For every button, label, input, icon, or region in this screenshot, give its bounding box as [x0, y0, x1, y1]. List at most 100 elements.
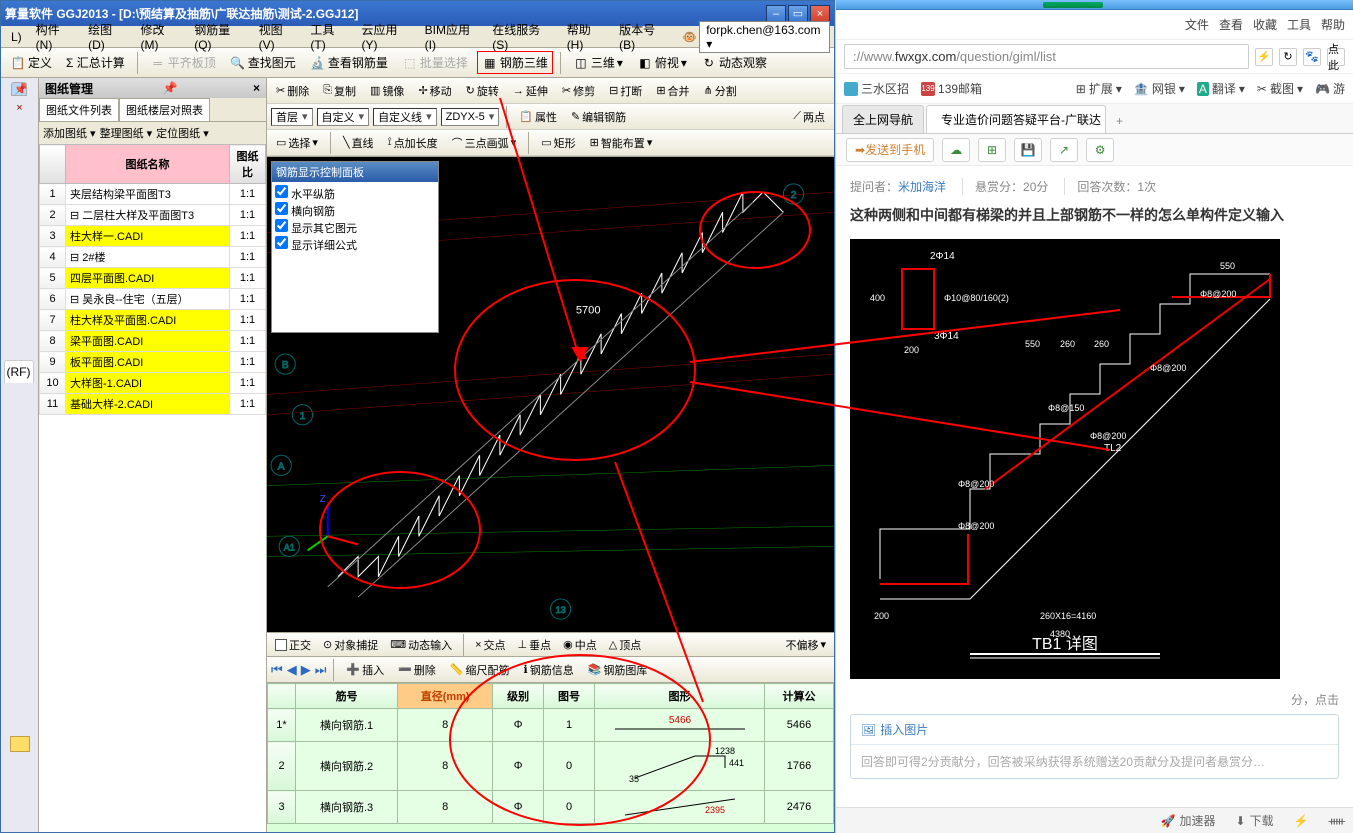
- line-tool-button[interactable]: ╲直线: [338, 132, 379, 154]
- left-pin-icon[interactable]: 📌: [11, 82, 27, 96]
- panel-close-icon[interactable]: ×: [253, 81, 260, 95]
- left-x[interactable]: ×: [16, 102, 22, 114]
- share-icon[interactable]: ⊞: [978, 138, 1006, 162]
- nav-last[interactable]: ⏭: [315, 662, 327, 678]
- dynamic-observe-button[interactable]: ↻动态观察: [696, 51, 772, 74]
- gear-icon[interactable]: ⚙: [1086, 138, 1114, 162]
- mirror-button[interactable]: ▥镜像: [365, 80, 409, 102]
- rebar-3d-button[interactable]: ▦钢筋三维: [477, 51, 553, 74]
- arc3-button[interactable]: ⌒三点画弧▾: [447, 132, 522, 154]
- move-button[interactable]: ✢移动: [413, 80, 456, 102]
- table-row[interactable]: 6⊟ 吴永良--住宅（五层）1:1: [40, 289, 266, 310]
- top-view-button[interactable]: ◧俯视▾: [632, 51, 692, 74]
- dyn-input-toggle[interactable]: ⌨动态输入: [386, 636, 456, 654]
- delete-row-button[interactable]: ➖删除: [393, 659, 441, 681]
- table-row[interactable]: 10大样图-1.CADI1:1: [40, 373, 266, 394]
- snap-apex[interactable]: △顶点: [605, 636, 645, 654]
- rebar-lib-button[interactable]: 📚钢筋图库: [583, 659, 653, 681]
- rebar-row[interactable]: 1*横向钢筋.18Φ154665466: [268, 709, 834, 742]
- bm-tools[interactable]: 工具: [1287, 16, 1311, 33]
- ortho-toggle[interactable]: 正交: [271, 636, 315, 654]
- nav-first[interactable]: ⏮: [271, 662, 283, 678]
- snap-intersect[interactable]: ×交点: [471, 636, 509, 654]
- bm-fav[interactable]: 收藏: [1253, 16, 1277, 33]
- table-row[interactable]: 4⊟ 2#楼1:1: [40, 247, 266, 268]
- menu-help[interactable]: 帮助(H): [561, 19, 611, 54]
- cp-item-0[interactable]: 水平纵筋: [275, 185, 435, 202]
- addr-refresh-icon[interactable]: ↻: [1279, 48, 1297, 66]
- send-to-phone-button[interactable]: ➡ 发送到手机: [846, 138, 934, 162]
- table-row[interactable]: 1夹层结构梁平面图T31:1: [40, 184, 266, 205]
- panel-pin-icon[interactable]: 📌: [163, 81, 178, 95]
- table-row[interactable]: 3柱大样一.CADI1:1: [40, 226, 266, 247]
- rebar-info-button[interactable]: ℹ钢筋信息: [519, 659, 579, 681]
- rebar-row[interactable]: 2横向钢筋.28Φ01238441351766: [268, 742, 834, 791]
- sum-button[interactable]: Σ 汇总计算: [61, 51, 130, 74]
- tool-trans[interactable]: A翻译▾: [1197, 80, 1245, 97]
- menu-bim[interactable]: BIM应用(I): [419, 19, 485, 54]
- save-icon[interactable]: 💾: [1014, 138, 1042, 162]
- url-input[interactable]: ://www.fwxgx.com/question/giml/list: [844, 44, 1249, 69]
- find-elem-button[interactable]: 🔍查找图元: [225, 51, 301, 74]
- table-row[interactable]: 2⊟ 二层柱大样及平面图T31:1: [40, 205, 266, 226]
- insert-image-button[interactable]: 🖼 插入图片: [851, 715, 1338, 744]
- addr-flash-icon[interactable]: ⚡: [1255, 48, 1273, 66]
- menu-online[interactable]: 在线服务(S): [486, 19, 558, 54]
- tab-nav[interactable]: 全上网导航: [842, 105, 924, 133]
- tab-question[interactable]: 专业造价问题答疑平台-广联达×: [926, 105, 1106, 133]
- zdyx-select[interactable]: ZDYX-5: [441, 108, 500, 126]
- menu-modify[interactable]: 修改(M): [135, 19, 187, 54]
- no-offset-select[interactable]: 不偏移▾: [781, 636, 830, 654]
- delete-button[interactable]: ✂删除: [271, 80, 314, 102]
- insert-row-button[interactable]: ➕插入: [341, 659, 389, 681]
- rect-button[interactable]: ▭矩形: [536, 132, 580, 154]
- status-download[interactable]: ⬇下载: [1236, 812, 1274, 829]
- viewport[interactable]: 钢筋显示控制面板 水平纵筋 横向钢筋 显示其它图元 显示详细公式: [267, 157, 834, 632]
- snap-mid[interactable]: ◉中点: [559, 636, 601, 654]
- asker-link[interactable]: 米加海洋: [898, 180, 946, 194]
- osnap-toggle[interactable]: ⊙对象捕捉: [319, 636, 382, 654]
- tool-bank[interactable]: 🏦网银▾: [1134, 80, 1185, 97]
- tool-game[interactable]: 🎮游: [1315, 80, 1345, 97]
- status-quick[interactable]: ⚡: [1294, 814, 1309, 828]
- nav-prev[interactable]: ◀: [287, 662, 297, 678]
- menu-cloud[interactable]: 云应用(Y): [356, 19, 417, 54]
- menu-tools[interactable]: 工具(T): [304, 19, 353, 54]
- addr-hit-icon[interactable]: 点此: [1327, 48, 1345, 66]
- export-icon[interactable]: ↗: [1050, 138, 1078, 162]
- organize-drawing-button[interactable]: 整理图纸 ▾: [100, 125, 153, 141]
- rotate-button[interactable]: ↻旋转: [461, 80, 504, 102]
- user-email[interactable]: forpk.chen@163.com ▾: [699, 21, 830, 53]
- cloud-icon[interactable]: ☁: [942, 138, 970, 162]
- snap-perp[interactable]: ⊥垂点: [514, 636, 556, 654]
- batch-select-button[interactable]: ⬚批量选择: [397, 51, 473, 74]
- floor-select[interactable]: 首层: [271, 108, 313, 126]
- menu-component[interactable]: 构件(N): [30, 19, 80, 54]
- flat-top-button[interactable]: ═平齐板顶: [145, 51, 221, 74]
- menu-rebar[interactable]: 钢筋量(Q): [188, 19, 250, 54]
- props-button[interactable]: 📋属性: [514, 106, 562, 128]
- point-hint[interactable]: 分，点击: [1291, 693, 1339, 707]
- add-drawing-button[interactable]: 添加图纸 ▾: [43, 125, 96, 141]
- bookmark-139[interactable]: 139139邮箱: [921, 80, 982, 97]
- table-row[interactable]: 7柱大样及平面图.CADI1:1: [40, 310, 266, 331]
- bm-help[interactable]: 帮助: [1321, 16, 1345, 33]
- smart-layout-button[interactable]: ⊞智能布置▾: [585, 132, 658, 154]
- table-row[interactable]: 8梁平面图.CADI1:1: [40, 331, 266, 352]
- cp-item-3[interactable]: 显示详细公式: [275, 236, 435, 253]
- tab-file-list[interactable]: 图纸文件列表: [39, 98, 119, 121]
- status-misc[interactable]: ᚔ: [1329, 814, 1345, 828]
- 3d-button[interactable]: ◫三维▾: [568, 51, 628, 74]
- menu-view[interactable]: 视图(V): [253, 19, 303, 54]
- table-row[interactable]: 11基础大样-2.CADI1:1: [40, 394, 266, 415]
- left-bottom-icon[interactable]: [10, 736, 30, 752]
- rebar-row[interactable]: 3横向钢筋.38Φ023952476: [268, 791, 834, 824]
- bm-view[interactable]: 查看: [1219, 16, 1243, 33]
- new-tab-button[interactable]: +: [1108, 109, 1131, 133]
- scale-rebar-button[interactable]: 📏缩尺配筋: [445, 659, 515, 681]
- menu-version[interactable]: 版本号(B): [613, 19, 674, 54]
- menu-l[interactable]: L): [5, 28, 28, 46]
- menu-draw[interactable]: 绘图(D): [82, 19, 132, 54]
- custom-select[interactable]: 自定义: [317, 108, 370, 126]
- break-button[interactable]: ⊟打断: [604, 80, 647, 102]
